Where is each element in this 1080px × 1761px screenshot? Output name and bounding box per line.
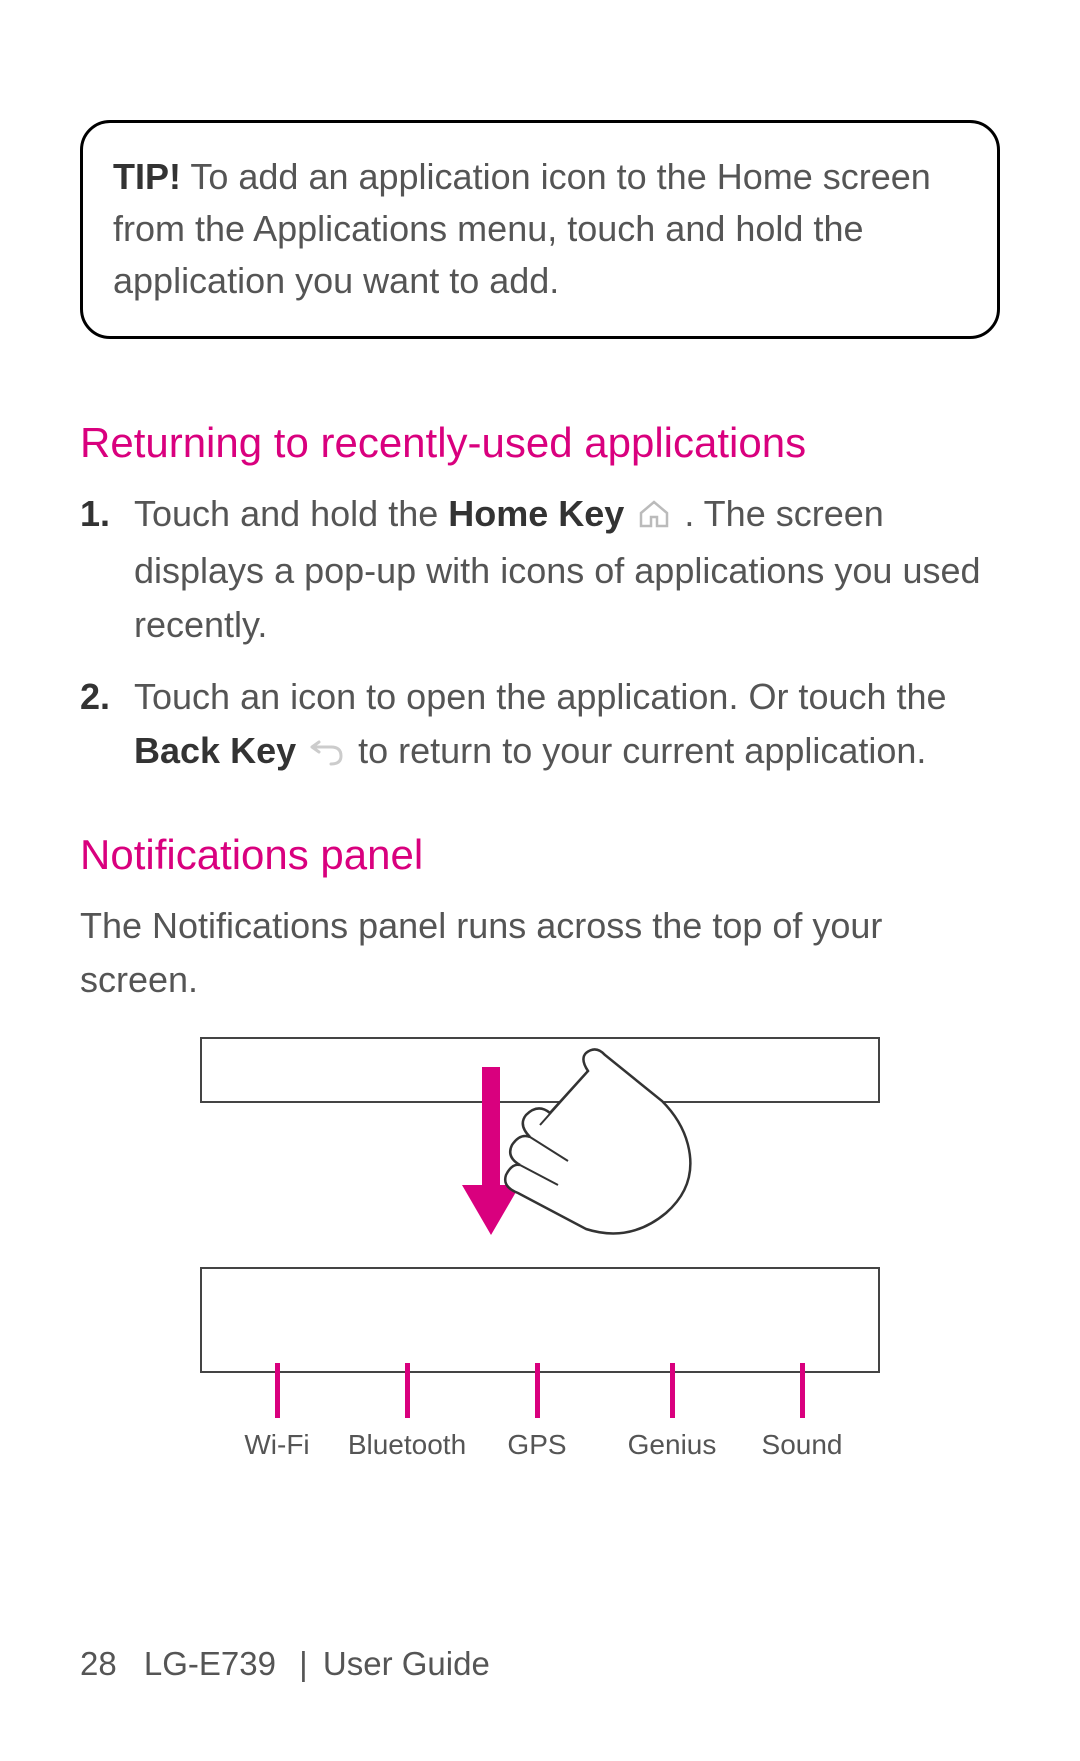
label-gps: GPS	[507, 1429, 566, 1461]
tip-box: TIP! To add an application icon to the H…	[80, 120, 1000, 339]
step-1: 1. Touch and hold the Home Key . The scr…	[80, 487, 1000, 652]
notifications-para: The Notifications panel runs across the …	[80, 899, 1000, 1007]
step-2: 2. Touch an icon to open the application…	[80, 670, 1000, 781]
heading-recent-apps: Returning to recently-used applications	[80, 419, 1000, 467]
heading-notifications-panel: Notifications panel	[80, 831, 1000, 879]
step-text-strong: Back Key	[134, 730, 296, 771]
label-genius: Genius	[628, 1429, 717, 1461]
step-text-a: Touch an icon to open the application. O…	[134, 676, 947, 717]
step-text-b: to return to your current application.	[348, 730, 926, 771]
tick-bluetooth	[405, 1363, 410, 1418]
step-number: 2.	[80, 670, 110, 724]
footer-separator: |	[299, 1645, 308, 1682]
tip-text: To add an application icon to the Home s…	[113, 156, 931, 301]
step-text-strong: Home Key	[448, 493, 624, 534]
pointing-hand-icon	[490, 1043, 700, 1248]
tick-row	[200, 1373, 880, 1423]
labels-row: Wi-Fi Bluetooth GPS Genius Sound	[200, 1429, 880, 1469]
doc-title: User Guide	[323, 1645, 490, 1682]
step-text-a: Touch and hold the	[134, 493, 448, 534]
tick-sound	[800, 1363, 805, 1418]
label-bluetooth: Bluetooth	[348, 1429, 466, 1461]
tick-wifi	[275, 1363, 280, 1418]
device-model: LG-E739	[144, 1645, 276, 1682]
tick-genius	[670, 1363, 675, 1418]
back-key-icon	[309, 727, 345, 781]
label-wifi: Wi-Fi	[244, 1429, 309, 1461]
label-sound: Sound	[762, 1429, 843, 1461]
tick-gps	[535, 1363, 540, 1418]
steps-list: 1. Touch and hold the Home Key . The scr…	[80, 487, 1000, 781]
home-key-icon	[637, 490, 671, 544]
notifications-diagram: Wi-Fi Bluetooth GPS Genius Sound	[80, 1037, 1000, 1469]
step-number: 1.	[80, 487, 110, 541]
diagram-top-row	[200, 1037, 880, 1267]
page-number: 28	[80, 1645, 117, 1682]
tip-label: TIP!	[113, 156, 181, 197]
panel-bar-illustration	[200, 1267, 880, 1373]
page-footer: 28 LG-E739 | User Guide	[80, 1645, 490, 1683]
